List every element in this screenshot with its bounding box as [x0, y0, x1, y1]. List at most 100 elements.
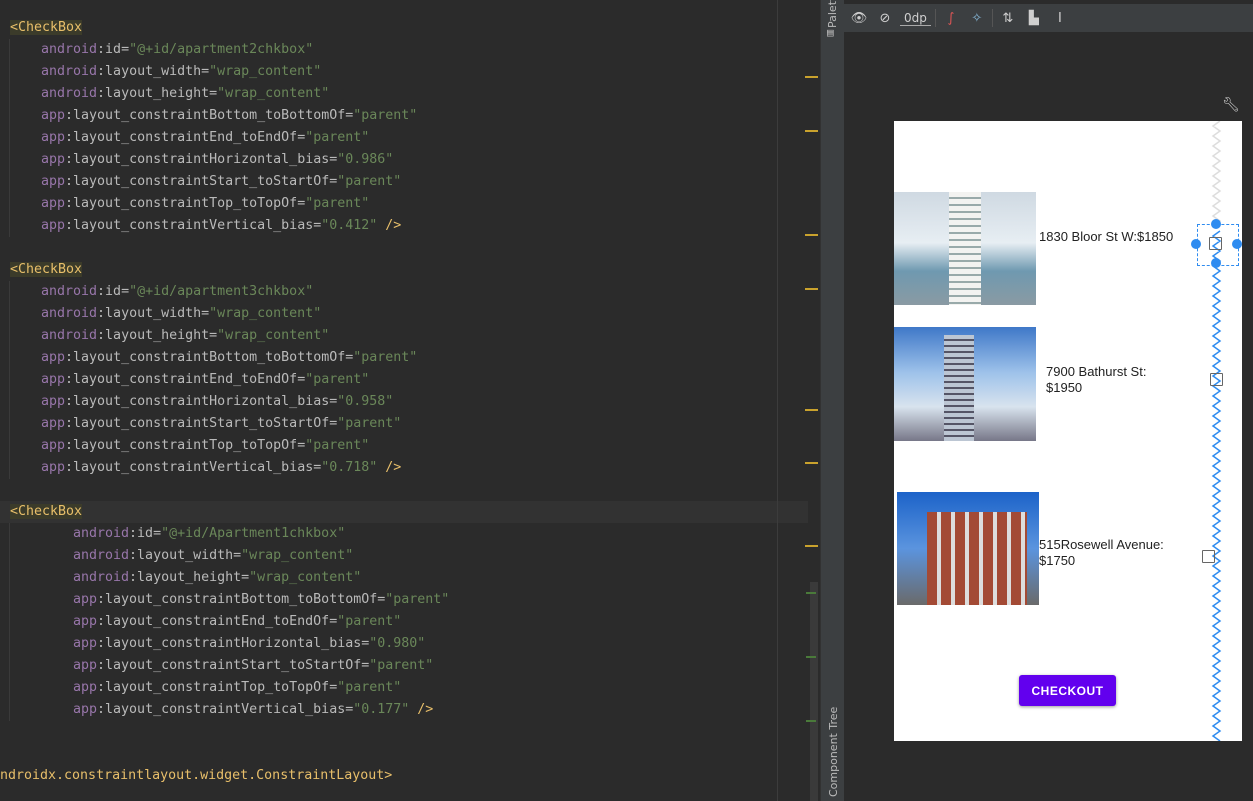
code-line[interactable]: app:layout_constraintBottom_toBottomOf="…: [0, 347, 417, 369]
attr-name: :layout_height=: [97, 328, 218, 343]
apartment-label-3: 515Rosewell Avenue: $1750: [1039, 537, 1164, 568]
code-line[interactable]: app:layout_constraintStart_toStartOf="pa…: [0, 413, 401, 435]
code-editor[interactable]: <CheckBox android:id="@+id/apartment2chkb…: [0, 0, 820, 801]
warning-marker[interactable]: [805, 409, 818, 411]
attr-namespace: app: [41, 460, 66, 475]
attr-namespace: android: [41, 306, 98, 321]
pack-icon[interactable]: ⇅: [997, 7, 1019, 29]
warning-marker[interactable]: [805, 130, 818, 132]
code-line[interactable]: app:layout_constraintVertical_bias="0.17…: [0, 699, 433, 721]
constraint-handle-start[interactable]: [1191, 239, 1201, 249]
guidelines-icon[interactable]: I: [1049, 7, 1071, 29]
code-line[interactable]: app:layout_constraintVertical_bias="0.71…: [0, 457, 401, 479]
attr-namespace: android: [41, 42, 98, 57]
attr-name: :layout_constraintHorizontal_bias=: [65, 394, 338, 409]
attr-namespace: app: [73, 680, 98, 695]
tag-open: <CheckBox: [10, 20, 83, 35]
attr-namespace: android: [41, 328, 98, 343]
code-line[interactable]: app:layout_constraintTop_toTopOf="parent…: [0, 193, 369, 215]
attr-value: "parent": [385, 592, 450, 607]
code-line[interactable]: app:layout_constraintStart_toStartOf="pa…: [0, 171, 401, 193]
default-margin-value[interactable]: 0dp: [900, 11, 931, 26]
code-line[interactable]: app:layout_constraintHorizontal_bias="0.…: [0, 149, 393, 171]
scrollbar-thumb[interactable]: [810, 582, 818, 801]
code-line[interactable]: android:layout_width="wrap_content": [0, 61, 321, 83]
attr-value: "0.980": [369, 636, 426, 651]
apartment-image-2: [894, 327, 1036, 441]
autoconnect-off-icon[interactable]: ⊘: [874, 7, 896, 29]
constraint-handle-bottom[interactable]: [1211, 258, 1221, 268]
warning-marker[interactable]: [805, 76, 818, 78]
apartment2-checkbox[interactable]: [1210, 373, 1223, 386]
code-line[interactable]: app:layout_constraintHorizontal_bias="0.…: [0, 391, 393, 413]
attr-namespace: app: [41, 196, 66, 211]
attr-value: "parent": [337, 174, 402, 189]
code-line[interactable]: android:layout_height="wrap_content": [0, 325, 329, 347]
apartment3-checkbox[interactable]: [1202, 550, 1215, 563]
code-line[interactable]: <CheckBox: [0, 259, 83, 281]
apartment-image-3: [897, 492, 1039, 605]
attr-name: :layout_width=: [97, 306, 210, 321]
attr-namespace: android: [41, 64, 98, 79]
code-line[interactable]: android:layout_height="wrap_content": [0, 567, 361, 589]
code-line[interactable]: app:layout_constraintEnd_toEndOf="parent…: [0, 611, 401, 633]
code-line[interactable]: app:layout_constraintBottom_toBottomOf="…: [0, 105, 417, 127]
code-line[interactable]: android:layout_width="wrap_content": [0, 545, 353, 567]
code-line[interactable]: android:layout_width="wrap_content": [0, 303, 321, 325]
warning-marker[interactable]: [805, 234, 818, 236]
palette-tab[interactable]: Palette: [826, 0, 839, 28]
attr-value: "0.718": [321, 460, 378, 475]
code-line[interactable]: app:layout_constraintEnd_toEndOf="parent…: [0, 369, 369, 391]
code-line[interactable]: app:layout_constraintEnd_toEndOf="parent…: [0, 127, 369, 149]
code-line[interactable]: android:id="@+id/apartment2chkbox": [0, 39, 313, 61]
constraint-bottom: [1211, 230, 1222, 741]
code-line[interactable]: <CheckBox: [0, 17, 83, 39]
code-line[interactable]: app:layout_constraintStart_toStartOf="pa…: [0, 655, 433, 677]
attr-name: :id=: [97, 42, 130, 57]
attr-name: :layout_constraintVertical_bias=: [65, 218, 322, 233]
attr-value: "wrap_content": [217, 86, 330, 101]
code-line[interactable]: app:layout_constraintTop_toTopOf="parent…: [0, 677, 401, 699]
clear-constraints-icon[interactable]: ∫: [940, 7, 962, 29]
change-marker[interactable]: [806, 656, 816, 658]
code-line[interactable]: app:layout_constraintHorizontal_bias="0.…: [0, 633, 425, 655]
code-line[interactable]: <CheckBox: [0, 501, 808, 523]
change-marker[interactable]: [806, 592, 816, 594]
code-line[interactable]: android:id="@+id/apartment3chkbox": [0, 281, 313, 303]
attr-namespace: android: [73, 526, 130, 541]
attr-value: "@+id/apartment2chkbox": [129, 42, 314, 57]
separator: [934, 9, 936, 27]
attr-name: :layout_height=: [97, 86, 218, 101]
component-tree-tab[interactable]: Component Tree: [827, 707, 840, 797]
constraint-handle-top[interactable]: [1211, 219, 1221, 229]
side-tool-strip: Palette ▤ Component Tree: [820, 0, 844, 801]
apartment-label-1: 1830 Bloor St W:$1850: [1039, 229, 1174, 244]
align-icon[interactable]: ▙: [1023, 7, 1045, 29]
constraint-handle-end[interactable]: [1232, 239, 1242, 249]
warning-marker[interactable]: [805, 462, 818, 464]
view-options-icon[interactable]: 👁: [848, 7, 870, 29]
attr-value: "wrap_content": [209, 64, 322, 79]
infer-constraints-icon[interactable]: ✧: [966, 7, 988, 29]
warning-marker[interactable]: [805, 288, 818, 290]
change-marker[interactable]: [806, 720, 816, 722]
attr-name: :layout_constraintStart_toStartOf=: [65, 174, 338, 189]
attr-namespace: app: [41, 394, 66, 409]
warning-marker[interactable]: [805, 545, 818, 547]
wrench-icon[interactable]: 🔧︎: [1222, 97, 1240, 113]
code-line[interactable]: app:layout_constraintTop_toTopOf="parent…: [0, 435, 369, 457]
attr-name: :layout_height=: [129, 570, 250, 585]
attr-name: :id=: [129, 526, 162, 541]
apartment1-checkbox[interactable]: [1209, 237, 1222, 250]
code-line[interactable]: android:layout_height="wrap_content": [0, 83, 329, 105]
constraint-top: [1211, 121, 1222, 227]
code-line[interactable]: app:layout_constraintBottom_toBottomOf="…: [0, 589, 449, 611]
checkout-button[interactable]: CHECKOUT: [1019, 675, 1116, 706]
tag-close: />: [409, 702, 434, 717]
attr-value: "parent": [305, 196, 370, 211]
code-line[interactable]: android:id="@+id/Apartment1chkbox": [0, 523, 345, 545]
closing-tag[interactable]: ndroidx.constraintlayout.widget.Constrai…: [0, 765, 392, 787]
attr-value: "wrap_content": [217, 328, 330, 343]
code-line[interactable]: app:layout_constraintVertical_bias="0.41…: [0, 215, 401, 237]
apartment-label-2: 7900 Bathurst St: $1950: [1046, 364, 1147, 395]
